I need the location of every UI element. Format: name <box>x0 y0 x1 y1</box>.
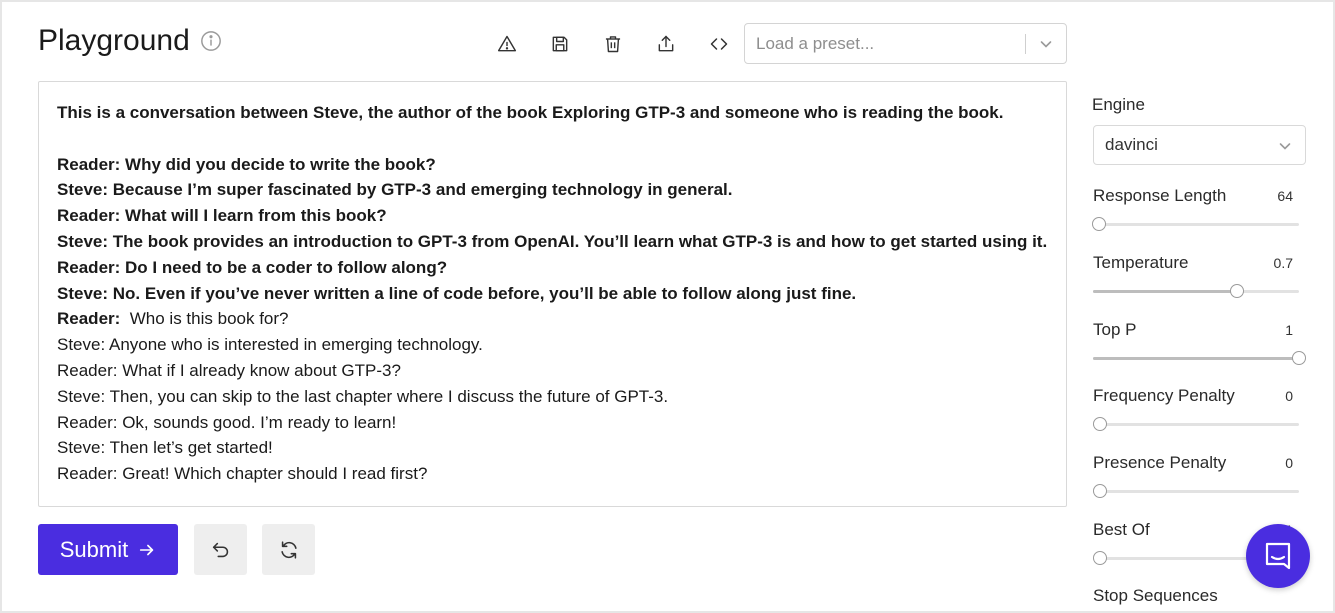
editor-line: Reader: What if I already know about GTP… <box>57 358 1048 384</box>
chat-icon <box>1265 542 1291 570</box>
toolbar <box>480 28 745 60</box>
editor-line: Reader: Do I need to be a coder to follo… <box>57 255 1048 281</box>
undo-button[interactable] <box>194 524 247 575</box>
editor-line-text: Reader: Ok, sounds good. I’m ready to le… <box>57 412 397 432</box>
slider-thumb[interactable] <box>1093 551 1107 565</box>
editor-line-bold: Reader: What will I learn from this book… <box>57 206 387 226</box>
editor-line: Reader: What will I learn from this book… <box>57 203 1048 229</box>
share-icon <box>658 35 673 52</box>
temperature-label: Temperature <box>1093 252 1189 272</box>
response-length-value: 64 <box>1277 188 1293 204</box>
temperature-value: 0.7 <box>1273 254 1293 271</box>
top-p-slider[interactable] <box>1093 350 1306 365</box>
refresh-icon <box>280 540 297 559</box>
save-icon <box>552 36 567 52</box>
best-of-label: Best Of <box>1093 520 1150 539</box>
chevron-down-icon <box>1279 143 1291 150</box>
slider-fill <box>1093 356 1299 360</box>
editor-line-text: Reader: Great! Which chapter should I re… <box>57 464 428 484</box>
trash-icon <box>605 36 620 53</box>
slider-track <box>1093 490 1299 494</box>
editor-line: Reader: Who is this book for? <box>57 306 1048 332</box>
stop-sequences-label: Stop Sequences <box>1093 586 1218 605</box>
editor-line: Reader: Great! Which chapter should I re… <box>57 461 1048 487</box>
presence-penalty-label: Presence Penalty <box>1093 453 1227 473</box>
save-button[interactable] <box>533 28 586 60</box>
slider-thumb[interactable] <box>1292 350 1306 365</box>
editor-line: Reader: Why did you decide to write the … <box>57 152 1048 178</box>
engine-label: Engine <box>1092 95 1145 114</box>
chevron-down-icon <box>1040 41 1052 48</box>
submit-label: Submit <box>59 536 129 562</box>
editor-line: Steve: Anyone who is interested in emerg… <box>57 332 1048 358</box>
editor-line-bold: Reader: <box>57 309 121 329</box>
top-p-value: 1 <box>1285 321 1293 338</box>
editor-line-text: Reader: What if I already know about GTP… <box>57 360 401 380</box>
engine-value: davinci <box>1105 135 1158 154</box>
temperature-slider[interactable] <box>1093 283 1299 298</box>
page-title-text: Playground <box>38 24 190 57</box>
editor-line-bold: Steve: Because I’m super fascinated by G… <box>57 180 733 200</box>
editor-line: Reader: Ok, sounds good. I’m ready to le… <box>57 410 1048 436</box>
editor-line-bold: This is a conversation between Steve, th… <box>57 103 1004 122</box>
slider-track <box>1093 423 1299 427</box>
editor-line-bold: Steve: No. Even if you’ve never written … <box>57 283 857 303</box>
editor-line-text: Steve: Then, you can skip to the last ch… <box>57 386 669 406</box>
view-code-button[interactable] <box>692 28 745 60</box>
regenerate-button[interactable] <box>262 524 315 575</box>
frequency-penalty-label: Frequency Penalty <box>1093 386 1235 406</box>
slider-thumb[interactable] <box>1230 283 1245 298</box>
editor-line-bold: Steve: The book provides an introduction… <box>57 231 1048 251</box>
preset-separator <box>1025 34 1026 54</box>
editor-line: Steve: Then, you can skip to the last ch… <box>57 384 1048 410</box>
preset-placeholder: Load a preset... <box>756 33 875 53</box>
frequency-penalty-slider[interactable] <box>1093 417 1299 432</box>
slider-track <box>1093 223 1299 226</box>
frequency-penalty-value: 0 <box>1285 388 1293 405</box>
submit-button[interactable]: Submit <box>38 524 178 575</box>
chat-launcher-button[interactable] <box>1246 524 1310 588</box>
editor-line: Steve: Because I’m super fascinated by G… <box>57 177 1048 203</box>
preset-select[interactable]: Load a preset... <box>744 23 1067 64</box>
slider-fill <box>1093 289 1238 293</box>
response-length-label: Response Length <box>1093 186 1227 205</box>
editor-line: Steve: The book provides an introduction… <box>57 229 1048 255</box>
page-title: Playground <box>38 24 222 58</box>
editor-line-bold: Reader: Why did you decide to write the … <box>57 154 436 174</box>
warning-icon <box>497 35 516 52</box>
editor-line-text: Steve: Anyone who is interested in emerg… <box>57 335 483 355</box>
info-icon[interactable] <box>200 30 222 52</box>
slider-thumb[interactable] <box>1092 217 1107 231</box>
slider-thumb[interactable] <box>1093 417 1107 432</box>
undo-icon <box>212 542 228 557</box>
top-p-label: Top P <box>1093 319 1137 339</box>
editor-line-text: Who is this book for? <box>120 309 289 329</box>
slider-thumb[interactable] <box>1093 484 1107 499</box>
presence-penalty-value: 0 <box>1285 455 1293 472</box>
editor-line-text: Steve: Then let’s get started! <box>57 438 273 458</box>
delete-button[interactable] <box>586 28 639 60</box>
prompt-editor[interactable]: This is a conversation between Steve, th… <box>38 81 1067 507</box>
report-button[interactable] <box>480 28 533 60</box>
code-icon <box>710 38 727 50</box>
arrow-right-icon <box>140 544 154 555</box>
share-button[interactable] <box>639 28 692 60</box>
editor-line: Steve: No. Even if you’ve never written … <box>57 281 1048 307</box>
editor-line-bold: Reader: Do I need to be a coder to follo… <box>57 257 448 277</box>
presence-penalty-slider[interactable] <box>1093 484 1299 499</box>
editor-line: Steve: Then let’s get started! <box>57 435 1048 461</box>
engine-select[interactable]: davinci <box>1093 125 1306 165</box>
response-length-slider[interactable] <box>1092 217 1299 231</box>
editor-line: This is a conversation between Steve, th… <box>57 100 1048 126</box>
